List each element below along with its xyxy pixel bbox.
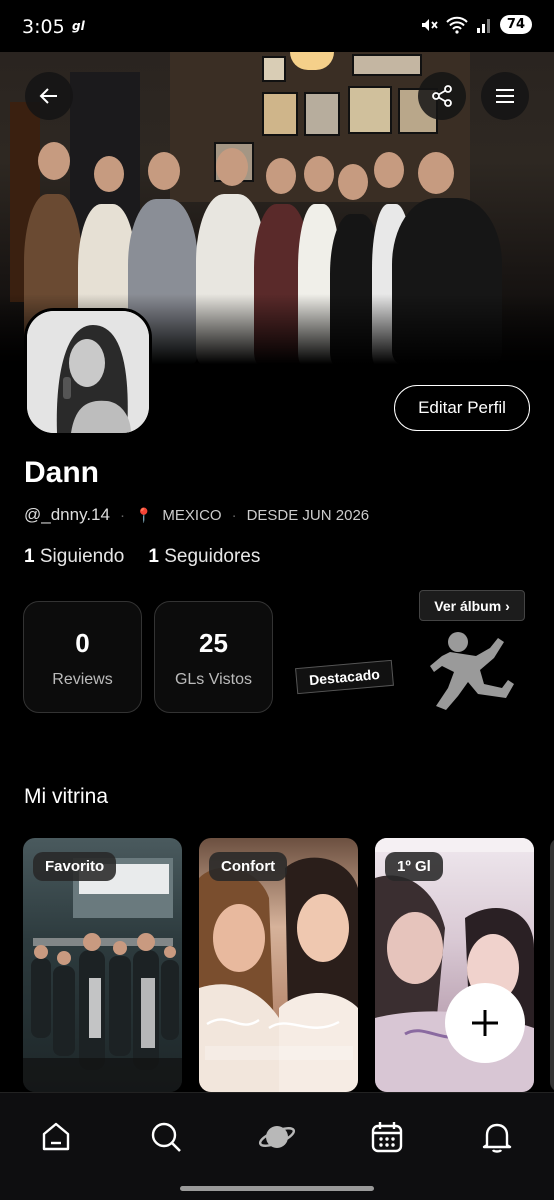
featured-badge: Destacado xyxy=(295,659,394,695)
sticker-figure-icon[interactable] xyxy=(428,626,518,712)
stat-label: GLs Vistos xyxy=(174,671,253,688)
share-button[interactable] xyxy=(418,72,466,120)
showcase-title: Mi vitrina xyxy=(24,785,109,808)
card-tag: Confort xyxy=(209,852,288,881)
showcase-card-partial[interactable] xyxy=(550,838,554,1092)
battery-indicator: 74 xyxy=(499,15,532,34)
showcase-card-comfort[interactable]: Confort xyxy=(199,838,358,1092)
following-link[interactable]: 1 Siguiendo xyxy=(24,546,124,568)
followers-count: 1 xyxy=(148,546,159,567)
profile-name: Dann xyxy=(24,456,99,489)
profile-location: MEXICO xyxy=(162,506,222,524)
nav-notifications[interactable] xyxy=(477,1117,517,1157)
view-album-button[interactable]: Ver álbum › xyxy=(419,590,525,621)
nav-explore[interactable] xyxy=(257,1117,297,1157)
calendar-icon xyxy=(371,1122,403,1153)
showcase-card-favorite[interactable]: Favorito xyxy=(23,838,182,1092)
avatar-photo xyxy=(27,311,149,433)
profile-since: DESDE JUN 2026 xyxy=(246,506,370,524)
followers-link[interactable]: 1 Seguidores xyxy=(148,546,260,568)
bottom-nav xyxy=(0,1092,554,1200)
followers-label: Seguidores xyxy=(164,546,261,567)
following-label: Siguiendo xyxy=(39,546,125,567)
follow-counts: 1 Siguiendo 1 Seguidores xyxy=(24,546,260,568)
wifi-icon xyxy=(446,16,468,34)
separator-dot: · xyxy=(231,506,237,524)
following-count: 1 xyxy=(24,546,35,567)
search-icon xyxy=(151,1122,181,1152)
hamburger-icon xyxy=(496,89,514,103)
stat-card-gls-watched[interactable]: 25 GLs Vistos xyxy=(154,601,273,713)
status-bar: 3:05 gl 74 xyxy=(0,0,554,52)
card-tag: 1º Gl xyxy=(385,852,443,881)
profile-handle: @_dnny.14 xyxy=(24,505,110,524)
stat-card-reviews[interactable]: 0 Reviews xyxy=(23,601,142,713)
location-pin-icon: 📍 xyxy=(134,506,153,523)
add-button[interactable] xyxy=(445,983,525,1063)
arrow-left-icon xyxy=(39,88,57,104)
stat-value: 25 xyxy=(199,628,228,658)
card-tag: Favorito xyxy=(33,852,117,881)
stat-label: Reviews xyxy=(52,671,113,688)
menu-button[interactable] xyxy=(481,72,529,120)
nav-calendar[interactable] xyxy=(367,1117,407,1157)
stat-value: 0 xyxy=(75,628,90,658)
bell-icon xyxy=(482,1123,512,1153)
nav-search[interactable] xyxy=(146,1117,186,1157)
avatar[interactable] xyxy=(24,308,152,436)
profile-meta: @_dnny.14 · 📍 MEXICO · DESDE JUN 2026 xyxy=(24,505,369,525)
mute-icon xyxy=(421,18,438,31)
back-button[interactable] xyxy=(25,72,73,120)
signal-icon xyxy=(476,18,490,33)
separator-dot: · xyxy=(119,506,125,524)
nav-home[interactable] xyxy=(36,1117,76,1157)
home-icon xyxy=(42,1122,70,1151)
status-time: 3:05 xyxy=(22,16,65,38)
status-icons: 74 xyxy=(420,15,532,34)
plus-icon xyxy=(472,1010,498,1036)
app-badge: gl xyxy=(72,19,85,33)
edit-profile-button[interactable]: Editar Perfil xyxy=(394,385,530,431)
planet-icon xyxy=(258,1126,296,1148)
share-icon xyxy=(432,85,452,107)
home-indicator[interactable] xyxy=(180,1186,374,1191)
